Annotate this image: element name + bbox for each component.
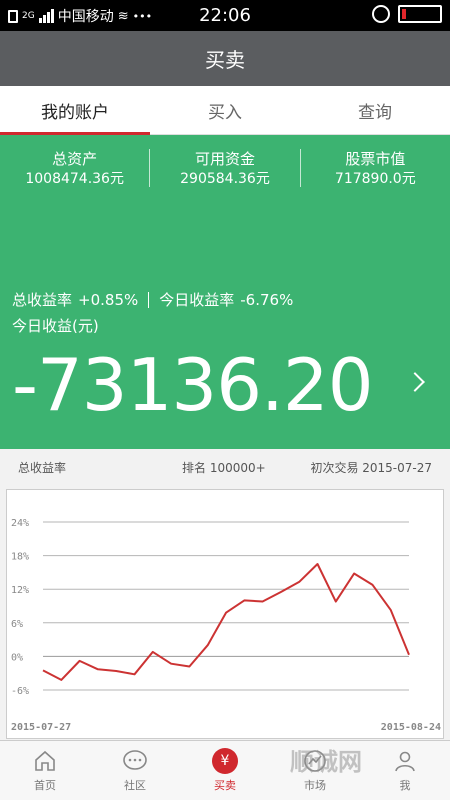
yen-icon: ¥ xyxy=(212,748,238,774)
rank-label: 排名 100000+ xyxy=(182,461,266,475)
page-title: 买卖 xyxy=(0,31,450,86)
watermark: 顺诚网 xyxy=(290,748,362,776)
tab-bar: 我的账户 买入 查询 xyxy=(0,86,450,135)
total-return-label: 总收益率 xyxy=(12,291,73,309)
nav-community[interactable]: 社区 xyxy=(90,741,180,800)
nav-label: 买卖 xyxy=(214,779,236,792)
x-end-label: 2015-08-24 xyxy=(381,722,441,733)
today-profit-value: -73136.20 xyxy=(12,343,374,427)
chart-header-label: 总收益率 xyxy=(18,461,67,475)
account-stats: 总资产 1008474.36元 可用资金 290584.36元 股票市值 717… xyxy=(0,135,450,187)
status-bar: 2G 中国移动 ≋ ••• 22:06 xyxy=(0,0,450,31)
stat-value: 717890.0元 xyxy=(334,171,416,187)
today-return-value: -6.76% xyxy=(240,290,294,309)
stat-value: 1008474.36元 xyxy=(25,171,124,187)
nav-label: 首页 xyxy=(34,779,56,792)
today-return-label: 今日收益率 xyxy=(159,291,235,309)
stat-label: 股票市值 xyxy=(345,150,406,168)
y-tick-label: 0% xyxy=(11,652,23,663)
stat-label: 总资产 xyxy=(52,150,98,168)
alarm-icon xyxy=(372,5,390,23)
total-return-line xyxy=(42,563,410,681)
return-chart: 24% 18% 12% 6% 0% -6% 2015-07-27 2015-08-24 xyxy=(6,489,444,739)
x-start-label: 2015-07-27 xyxy=(11,722,71,733)
today-profit-label: 今日收益(元) xyxy=(12,317,99,335)
y-tick-label: 18% xyxy=(11,552,29,563)
stat-label: 可用资金 xyxy=(194,150,255,168)
y-tick-label: 24% xyxy=(11,518,29,529)
y-tick-label: 6% xyxy=(11,619,23,630)
return-chart-svg: 24% 18% 12% 6% 0% -6% 2015-07-27 2015-08-24 xyxy=(11,518,441,733)
status-right xyxy=(372,5,442,23)
nav-trade[interactable]: ¥ 买卖 xyxy=(180,741,270,800)
first-trade-label: 初次交易 2015-07-27 xyxy=(310,461,432,475)
tab-buy[interactable]: 买入 xyxy=(150,86,300,134)
tab-query[interactable]: 查询 xyxy=(300,86,450,134)
stat-value: 290584.36元 xyxy=(180,171,270,187)
y-tick-label: 12% xyxy=(11,585,29,596)
nav-label: 社区 xyxy=(124,779,146,792)
chevron-right-icon[interactable] xyxy=(405,372,425,392)
total-return-value: +0.85% xyxy=(78,290,139,309)
nav-home[interactable]: 首页 xyxy=(0,741,90,800)
stat-stock-value: 股票市值 717890.0元 xyxy=(301,149,450,187)
home-icon xyxy=(32,748,58,774)
tab-my-account[interactable]: 我的账户 xyxy=(0,86,150,135)
divider xyxy=(148,291,150,308)
return-rates: 总收益率 +0.85% 今日收益率 -6.76% xyxy=(12,289,293,310)
account-summary-panel[interactable]: 总资产 1008474.36元 可用资金 290584.36元 股票市值 717… xyxy=(0,135,450,449)
stat-available-funds: 可用资金 290584.36元 xyxy=(150,149,301,187)
battery-icon xyxy=(398,5,442,23)
y-tick-label: -6% xyxy=(11,686,29,697)
chat-bubble-icon xyxy=(122,748,148,774)
stat-total-assets: 总资产 1008474.36元 xyxy=(0,149,151,187)
chart-header: 总收益率 排名 100000+ 初次交易 2015-07-27 xyxy=(0,449,450,483)
